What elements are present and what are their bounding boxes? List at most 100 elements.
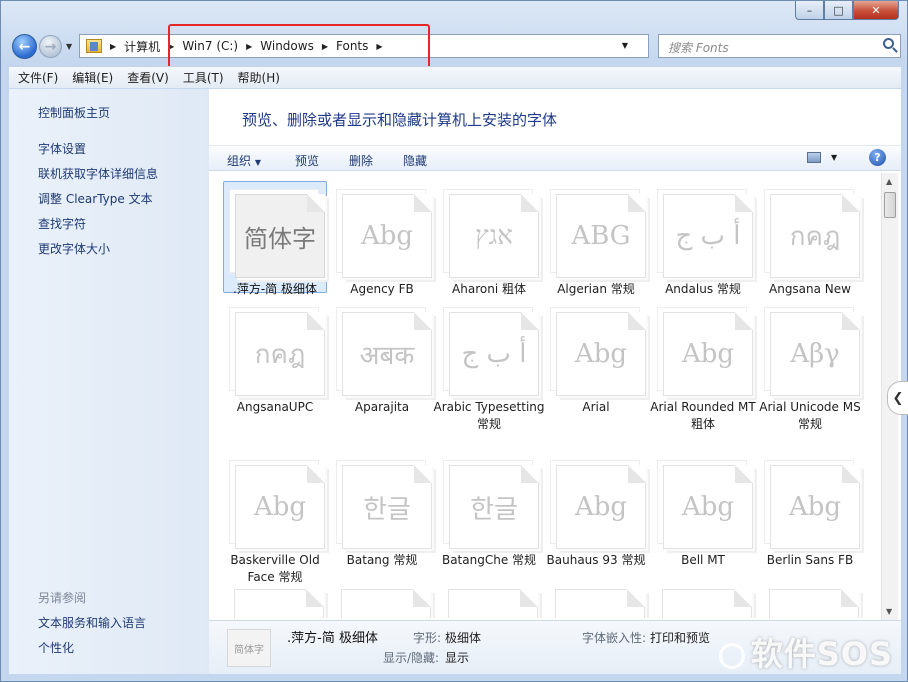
font-sample: Abg (663, 465, 753, 549)
change-font-size-link[interactable]: 更改字体大小 (38, 240, 110, 257)
menu-edit[interactable]: 编辑(E) (72, 69, 113, 86)
font-name-label: Arial Rounded MT 粗体 (650, 400, 756, 431)
delete-button[interactable]: 删除 (349, 152, 373, 169)
address-history-dropdown[interactable]: ▼ (622, 41, 628, 50)
side-panel-toggle[interactable]: ❮ (887, 381, 908, 415)
font-embed-value: 打印和预览 (650, 631, 711, 645)
font-thumbnail[interactable]: אגץ (437, 181, 541, 293)
font-sample: ABG (556, 194, 646, 278)
font-name-label: Aharoni 粗体 (452, 282, 526, 296)
font-sample: กคฎ (235, 312, 325, 396)
explorer-window: – □ ✕ ← → ▼ ▶ 计算机 ▶ Win7 (C:) ▶ Windows … (0, 0, 908, 682)
show-hide-label: 显示/隐藏: (383, 651, 440, 665)
command-bar: 组织 ▼ 预览 删除 隐藏 ▼ ? (209, 145, 901, 171)
cleartype-link[interactable]: 调整 ClearType 文本 (38, 190, 153, 207)
page-title: 预览、删除或者显示和隐藏计算机上安装的字体 (242, 111, 558, 129)
back-button[interactable]: ← (12, 34, 37, 59)
font-sample: Abg (770, 465, 860, 549)
font-name-label: Andalus 常规 (665, 282, 741, 296)
font-sample: Αβγ (770, 312, 860, 396)
organize-button[interactable]: 组织 ▼ (227, 152, 261, 169)
forward-button[interactable]: → (39, 35, 62, 58)
minimize-button[interactable]: – (795, 1, 824, 20)
font-thumbnail[interactable]: Abg (651, 299, 755, 411)
hide-button[interactable]: 隐藏 (403, 152, 427, 169)
font-sample: Abg (342, 194, 432, 278)
watermark-text: 软件SOS (750, 635, 893, 673)
find-character-link[interactable]: 查找字符 (38, 215, 86, 232)
font-name-label: Bell MT (681, 553, 725, 567)
close-button[interactable]: ✕ (853, 1, 899, 20)
breadcrumb-computer[interactable]: 计算机 (124, 38, 160, 55)
menu-tools[interactable]: 工具(T) (183, 69, 224, 86)
menu-file[interactable]: 文件(F) (18, 69, 58, 86)
font-sample: أ ب ج (663, 194, 753, 278)
font-sample: Abg (235, 465, 325, 549)
menu-view[interactable]: 查看(V) (127, 69, 169, 86)
font-name-label: Algerian 常规 (557, 282, 635, 296)
font-sample: אגץ (449, 194, 539, 278)
caption-buttons: – □ ✕ (795, 1, 899, 20)
scroll-down-icon[interactable]: ▼ (886, 607, 892, 616)
font-thumbnail[interactable]: Abg (544, 299, 648, 411)
search-box[interactable]: 搜索 Fonts (658, 34, 901, 58)
font-style-value: 极细体 (445, 631, 482, 645)
font-name-label: BatangChe 常规 (441, 553, 537, 567)
watermark: 软件SOS (718, 629, 893, 675)
font-thumbnail[interactable]: Abg (758, 452, 862, 564)
font-name-label: Aparajita (354, 400, 410, 414)
font-thumbnail[interactable]: Abg (651, 452, 755, 564)
font-name-label: Baskerville Old Face 常规 (230, 553, 320, 584)
menu-help[interactable]: 帮助(H) (238, 69, 280, 86)
font-sample: กคฎ (770, 194, 860, 278)
search-icon[interactable] (883, 38, 894, 49)
control-panel-home-link[interactable]: 控制面板主页 (38, 104, 110, 121)
font-sample: 简体字 (235, 194, 325, 278)
preview-button[interactable]: 预览 (295, 152, 319, 169)
font-name-label: AngsanaUPC (236, 400, 314, 414)
font-info-online-link[interactable]: 联机获取字体详细信息 (38, 165, 158, 182)
font-name-label: Angsana New (769, 282, 851, 296)
font-thumbnail[interactable]: Αβγ (758, 299, 862, 411)
personalization-link[interactable]: 个性化 (38, 639, 74, 656)
font-thumbnail[interactable]: أ ب ج (651, 181, 755, 293)
change-view-icon[interactable] (807, 152, 821, 163)
font-thumbnail[interactable]: ABG (544, 181, 648, 293)
help-icon[interactable]: ? (869, 149, 886, 166)
font-thumbnail[interactable]: กคฎ (223, 299, 327, 411)
font-sample: अबक (342, 312, 432, 396)
font-thumbnail[interactable]: กคฎ (758, 181, 862, 293)
text-services-link[interactable]: 文本服务和输入语言 (38, 614, 146, 631)
recent-pages-dropdown[interactable]: ▼ (66, 42, 72, 51)
control-panel-folder-icon (86, 39, 102, 53)
maximize-button[interactable]: □ (824, 1, 853, 20)
font-sample: Abg (556, 312, 646, 396)
font-thumbnail[interactable]: Abg (330, 181, 434, 293)
font-thumbnail[interactable]: 한글 (330, 452, 434, 564)
font-thumbnail[interactable]: Abg (544, 452, 648, 564)
search-placeholder: 搜索 Fonts (668, 41, 729, 55)
forward-arrow-icon: → (44, 38, 57, 55)
watermark-logo-icon (718, 643, 745, 669)
font-thumbnail[interactable]: 한글 (437, 452, 541, 564)
view-options-dropdown[interactable]: ▼ (831, 153, 837, 162)
font-thumbnail[interactable]: 简体字 (223, 181, 327, 293)
font-name-label: Arial Unicode MS 常规 (759, 400, 861, 431)
font-thumbnail-partial (341, 589, 431, 618)
font-sample: Abg (556, 465, 646, 549)
font-name-label: Agency FB (350, 282, 414, 296)
scrollbar-thumb[interactable] (884, 192, 896, 218)
breadcrumb-separator-icon[interactable]: ▶ (110, 42, 116, 51)
navigation-bar: ← → ▼ ▶ 计算机 ▶ Win7 (C:) ▶ Windows ▶ Font… (9, 31, 901, 61)
font-thumbnail[interactable]: अबक (330, 299, 434, 411)
font-sample: 한글 (342, 465, 432, 549)
font-sample: 한글 (449, 465, 539, 549)
selected-font-name: .萍方-简 极细体 (287, 631, 378, 646)
see-also-title: 另请参阅 (38, 591, 87, 605)
font-embed-label: 字体嵌入性: (582, 631, 647, 645)
font-settings-link[interactable]: 字体设置 (38, 140, 86, 157)
font-thumbnail[interactable]: أ ب ج (437, 299, 541, 411)
font-thumbnail[interactable]: Abg (223, 452, 327, 564)
scroll-up-icon[interactable]: ▲ (886, 177, 892, 186)
font-style-label: 字形: (413, 631, 442, 645)
